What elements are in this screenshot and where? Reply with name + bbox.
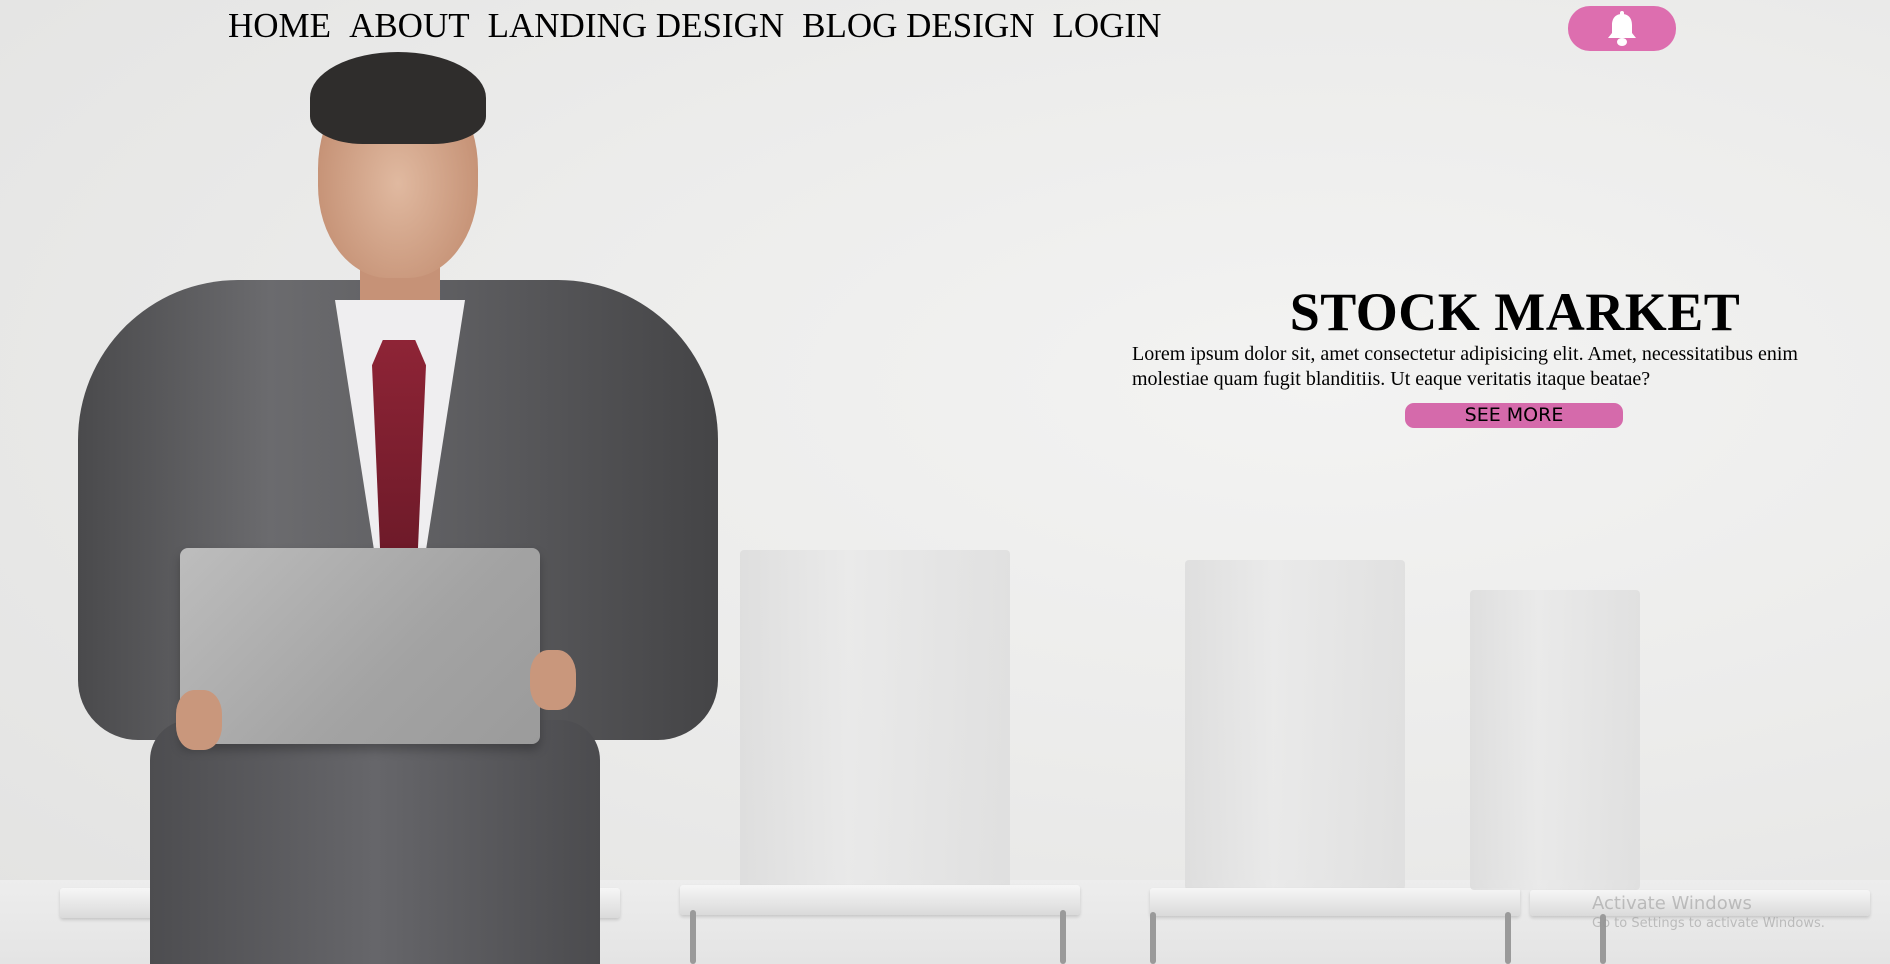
nav-item-home[interactable]: HOME [228, 6, 331, 46]
activation-watermark: Activate Windows Go to Settings to activ… [1592, 893, 1825, 933]
main-nav: HOME ABOUT LANDING DESIGN BLOG DESIGN LO… [228, 6, 1179, 46]
hero-background-image [0, 0, 1890, 964]
notification-button[interactable] [1568, 6, 1676, 51]
hero-title: STOCK MARKET [1289, 282, 1741, 342]
see-more-button[interactable]: SEE MORE [1405, 403, 1623, 428]
nav-item-login[interactable]: LOGIN [1052, 6, 1161, 46]
nav-item-about[interactable]: ABOUT [349, 6, 470, 46]
watermark-title: Activate Windows [1592, 893, 1752, 914]
watermark-subtitle: Go to Settings to activate Windows. [1592, 916, 1825, 931]
nav-item-landing-design[interactable]: LANDING DESIGN [488, 6, 785, 46]
nav-item-blog-design[interactable]: BLOG DESIGN [802, 6, 1034, 46]
bell-icon [1605, 10, 1639, 47]
hero-description: Lorem ipsum dolor sit, amet consectetur … [1132, 343, 1798, 390]
